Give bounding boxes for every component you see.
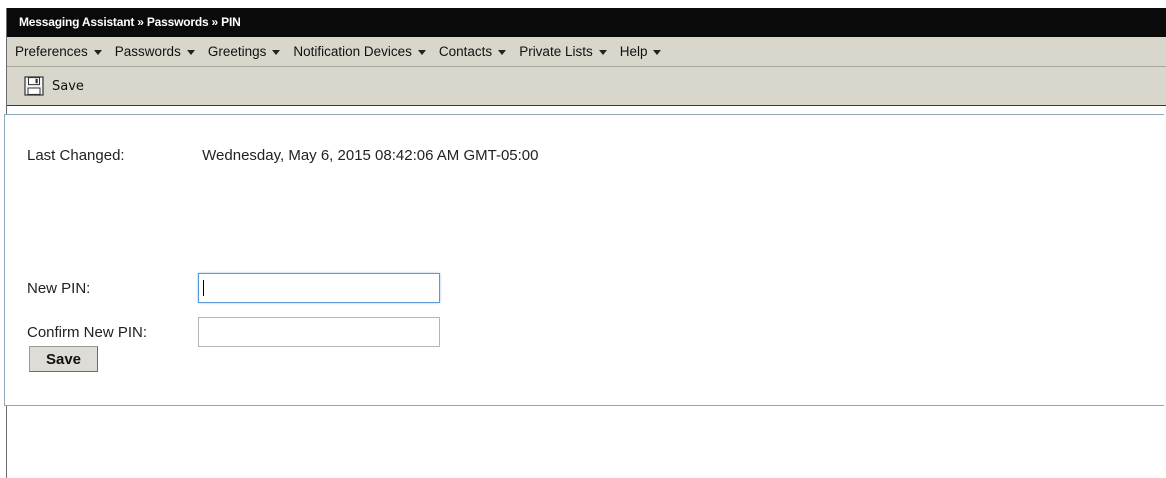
menu-label: Greetings: [207, 44, 267, 59]
menu-label: Private Lists: [519, 44, 593, 59]
toolbar-save-button[interactable]: Save: [24, 76, 84, 96]
caret-down-icon: [598, 49, 607, 55]
menu-notification-devices[interactable]: Notification Devices: [287, 44, 433, 59]
text-cursor: [203, 280, 204, 296]
confirm-pin-label: Confirm New PIN:: [27, 323, 148, 341]
toolbar: Save: [7, 67, 1166, 106]
caret-down-icon: [498, 49, 507, 55]
last-changed-label: Last Changed:: [27, 147, 125, 164]
menu-passwords[interactable]: Passwords: [109, 44, 202, 59]
floppy-disk-icon: [24, 76, 44, 96]
new-pin-label: New PIN:: [27, 279, 91, 297]
caret-down-icon: [186, 49, 195, 55]
save-button[interactable]: Save: [29, 346, 98, 372]
confirm-pin-input[interactable]: [198, 317, 440, 347]
menu-label: Preferences: [15, 44, 88, 59]
menu-label: Notification Devices: [293, 44, 412, 59]
last-changed-row: Last Changed: Wednesday, May 6, 2015 08:…: [27, 147, 538, 164]
menu-preferences[interactable]: Preferences: [9, 44, 109, 59]
caret-down-icon: [93, 49, 102, 55]
caret-down-icon: [417, 49, 426, 55]
menu-bar: Preferences Passwords Greetings Notifica…: [7, 37, 1166, 67]
menu-help[interactable]: Help: [614, 44, 669, 59]
confirm-pin-field-row: Confirm New PIN:: [27, 317, 440, 347]
menu-contacts[interactable]: Contacts: [433, 44, 513, 59]
last-changed-value: Wednesday, May 6, 2015 08:42:06 AM GMT-0…: [202, 147, 539, 164]
menu-label: Passwords: [114, 44, 181, 59]
new-pin-wrapper: [198, 273, 440, 303]
menu-greetings[interactable]: Greetings: [202, 44, 288, 59]
caret-down-icon: [653, 49, 662, 55]
caret-down-icon: [272, 49, 281, 55]
new-pin-input[interactable]: [198, 273, 440, 303]
menu-label: Contacts: [438, 44, 493, 59]
new-pin-field-row: New PIN:: [27, 273, 440, 303]
toolbar-save-label: Save: [52, 78, 84, 94]
menu-label: Help: [619, 44, 648, 59]
menu-private-lists[interactable]: Private Lists: [513, 44, 614, 59]
breadcrumb: Messaging Assistant » Passwords » PIN: [7, 8, 1166, 37]
pin-form-panel: Last Changed: Wednesday, May 6, 2015 08:…: [4, 114, 1164, 406]
